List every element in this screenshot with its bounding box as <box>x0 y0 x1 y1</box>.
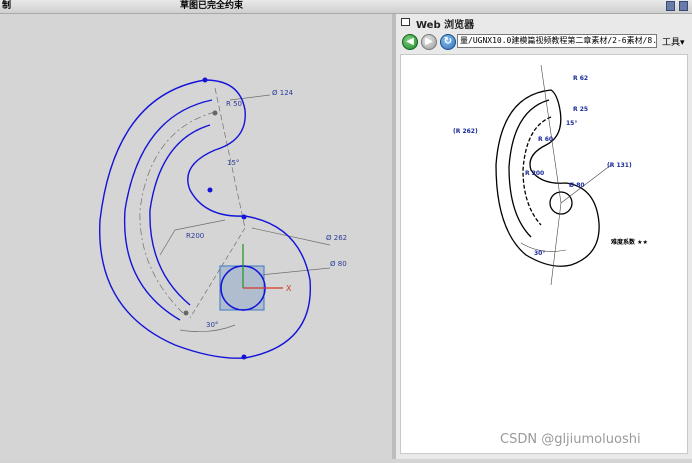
ref-slot-outer <box>508 99 550 238</box>
sketch-canvas[interactable]: X Ø 124 R 50 15° R200 Ø 262 Ø 80 30° <box>0 14 392 459</box>
title-icons <box>666 1 688 11</box>
x-axis-label: X <box>286 284 292 293</box>
panel-title: Web 浏览器 <box>416 20 475 31</box>
close-icon[interactable] <box>679 1 688 11</box>
slot-outer <box>123 99 213 321</box>
ref-dim-labels: R 62 R 25 15° (R 262) R 60 R 200 Ø 80 (R… <box>453 75 648 257</box>
restore-icon[interactable] <box>666 1 675 11</box>
dim-d262[interactable]: Ø 262 <box>326 234 347 242</box>
dim-d80[interactable]: Ø 80 <box>330 260 347 268</box>
panel-header: Web 浏览器 <box>396 14 692 31</box>
ref-r200: R 200 <box>525 170 544 177</box>
arrow-right-icon: ▶ <box>425 36 433 47</box>
point <box>202 77 208 83</box>
sketch-profile <box>99 79 312 359</box>
point <box>241 354 247 360</box>
refresh-button[interactable]: ↻ <box>440 34 456 50</box>
ref-r262: (R 262) <box>453 128 478 135</box>
arrow-left-icon: ◀ <box>406 36 414 47</box>
watermark: CSDN @gljiumoluoshi <box>500 432 641 447</box>
ref-a30: 30° <box>534 250 545 257</box>
reference-drawing: R 62 R 25 15° (R 262) R 60 R 200 Ø 80 (R… <box>453 64 648 286</box>
sketch-drawing: X Ø 124 R 50 15° R200 Ø 262 Ø 80 30° <box>99 77 347 360</box>
arc-centerline <box>139 111 216 316</box>
point <box>207 187 213 193</box>
dim-d124[interactable]: Ø 124 <box>272 89 294 97</box>
ref-a15: 15° <box>566 120 577 127</box>
ref-leader <box>550 202 562 286</box>
title-bar: 制 草图已完全约束 <box>0 0 692 14</box>
panel-window-icon <box>401 18 410 26</box>
dimension-labels: Ø 124 R 50 15° R200 Ø 262 Ø 80 30° <box>186 89 347 329</box>
ref-r62: R 62 <box>573 75 588 82</box>
address-bar[interactable]: 量/UGNX10.0建模篇视频教程第二章素材/2-6素材/8.jpg <box>457 34 657 48</box>
outer-profile <box>99 79 312 359</box>
ref-r60: R 60 <box>538 136 553 143</box>
point <box>183 310 189 316</box>
dim-a30[interactable]: 30° <box>206 321 218 329</box>
ref-d80: Ø 80 <box>569 182 585 189</box>
sketch-points <box>183 77 247 360</box>
center-line <box>214 87 246 229</box>
ref-r131: (R 131) <box>607 162 632 169</box>
dim-a15[interactable]: 15° <box>227 159 239 167</box>
forward-button[interactable]: ▶ <box>421 34 437 50</box>
browser-navbar: ◀ ▶ ↻ 量/UGNX10.0建模篇视频教程第二章素材/2-6素材/8.jpg… <box>396 31 692 53</box>
dim-r200[interactable]: R200 <box>186 232 204 240</box>
image-viewer: R 62 R 25 15° (R 262) R 60 R 200 Ø 80 (R… <box>400 54 688 454</box>
point <box>212 110 218 116</box>
web-browser-panel: Web 浏览器 ◀ ▶ ↻ 量/UGNX10.0建模篇视频教程第二章素材/2-6… <box>396 14 692 459</box>
ref-outer <box>495 89 600 267</box>
d80-leader <box>259 267 331 276</box>
tools-menu[interactable]: 工具▾ <box>662 35 685 48</box>
difficulty-label: 难度系数 ★★ <box>610 238 648 246</box>
ref-profile <box>495 89 600 267</box>
d262-leader <box>251 227 331 246</box>
back-button[interactable]: ◀ <box>402 34 418 50</box>
refresh-icon: ↻ <box>443 36 453 47</box>
ref-r25: R 25 <box>573 106 588 113</box>
point <box>241 214 247 220</box>
dim-r50[interactable]: R 50 <box>226 100 242 108</box>
window-menu-label[interactable]: 制 <box>2 0 11 13</box>
status-title: 草图已完全约束 <box>180 1 244 11</box>
